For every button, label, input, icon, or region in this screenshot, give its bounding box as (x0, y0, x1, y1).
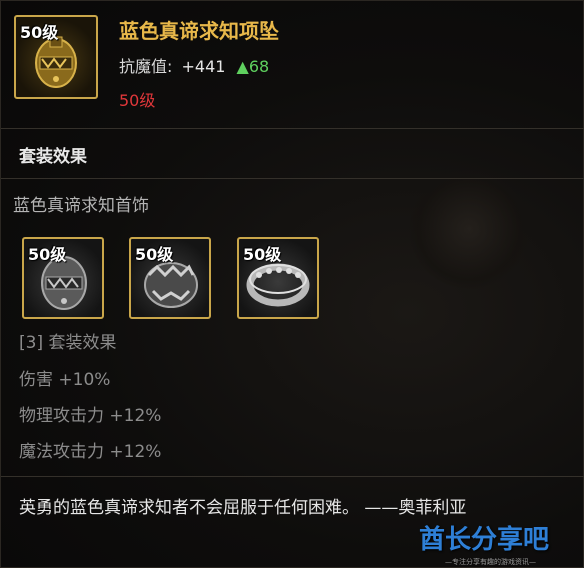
stat-value: +441 (181, 57, 226, 76)
set-name: 蓝色真谛求知首饰 (13, 196, 149, 216)
up-arrow-icon: ▲ (236, 57, 249, 76)
divider (1, 178, 584, 179)
magic-resist-stat: 抗魔值: +441 ▲68 (119, 53, 269, 77)
set-piece-bracelet[interactable]: 50级 (22, 237, 104, 319)
watermark-logo: 酋长分享吧 (419, 525, 550, 555)
piece-level-label: 50级 (243, 245, 282, 264)
divider (1, 128, 584, 129)
set-section-title: 套装效果 (19, 147, 87, 167)
set-piece-ring[interactable]: 50级 (237, 237, 319, 319)
item-tooltip: 50级 蓝色真谛求知项坠 抗魔值: +441 ▲68 50级 套装效果 蓝色真谛… (0, 0, 584, 568)
icon-level-label: 50级 (20, 23, 59, 42)
watermark-subtitle: —专注分享有趣的游戏资讯— (445, 558, 536, 566)
set-effect-line: 魔法攻击力 +12% (19, 442, 162, 462)
set-effect-header: [3] 套装效果 (19, 333, 117, 353)
piece-level-label: 50级 (135, 245, 174, 264)
set-effect-line: 伤害 +10% (19, 370, 111, 390)
stat-bonus: 68 (248, 57, 270, 76)
stat-label: 抗魔值: (119, 57, 173, 76)
item-name: 蓝色真谛求知项坠 (119, 19, 279, 43)
set-piece-necklace[interactable]: 50级 (129, 237, 211, 319)
divider (1, 476, 584, 477)
set-effect-line: 物理攻击力 +12% (19, 406, 162, 426)
background-emblem (409, 169, 529, 289)
tooltip-header: 50级 蓝色真谛求知项坠 抗魔值: +441 ▲68 50级 (1, 1, 584, 119)
necklace-item-icon[interactable]: 50级 (14, 15, 98, 99)
piece-level-label: 50级 (28, 245, 67, 264)
level-requirement: 50级 (119, 91, 156, 110)
